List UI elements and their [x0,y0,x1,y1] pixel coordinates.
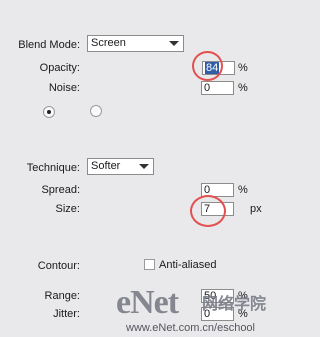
contour-label: Contour: [37,260,80,272]
spread-label: Spread: [41,184,80,196]
technique-dropdown[interactable]: Softer [87,158,154,175]
blend-mode-label: Blend Mode: [18,39,80,51]
watermark-logo: eNet [116,284,179,321]
noise-input[interactable]: 0 [201,81,234,95]
anti-aliased-label: Anti-aliased [159,259,217,271]
range-label: Range: [44,290,80,302]
watermark-url: www.eNet.com.cn/eschool [126,322,255,334]
technique-label: Technique: [26,162,80,174]
chevron-down-icon [139,164,149,169]
blend-mode-value: Screen [91,37,126,49]
solid-color-radio[interactable] [43,106,55,118]
chevron-down-icon [169,41,179,46]
blend-mode-dropdown[interactable]: Screen [87,35,184,52]
watermark-chinese: 网络学院 [202,294,267,313]
noise-unit: % [238,82,248,94]
technique-value: Softer [91,160,121,172]
noise-label: Noise: [48,82,80,94]
size-unit: px [250,203,262,215]
highlight-circle [192,51,223,81]
size-label: Size: [55,203,80,215]
opacity-label: Opacity: [39,62,80,74]
gradient-radio[interactable] [90,105,102,117]
anti-aliased-checkbox[interactable] [144,259,155,270]
opacity-unit: % [238,62,248,74]
jitter-label: Jitter: [53,308,80,320]
noise-value: 0 [204,82,211,94]
highlight-circle [190,195,226,227]
spread-unit: % [238,184,248,196]
